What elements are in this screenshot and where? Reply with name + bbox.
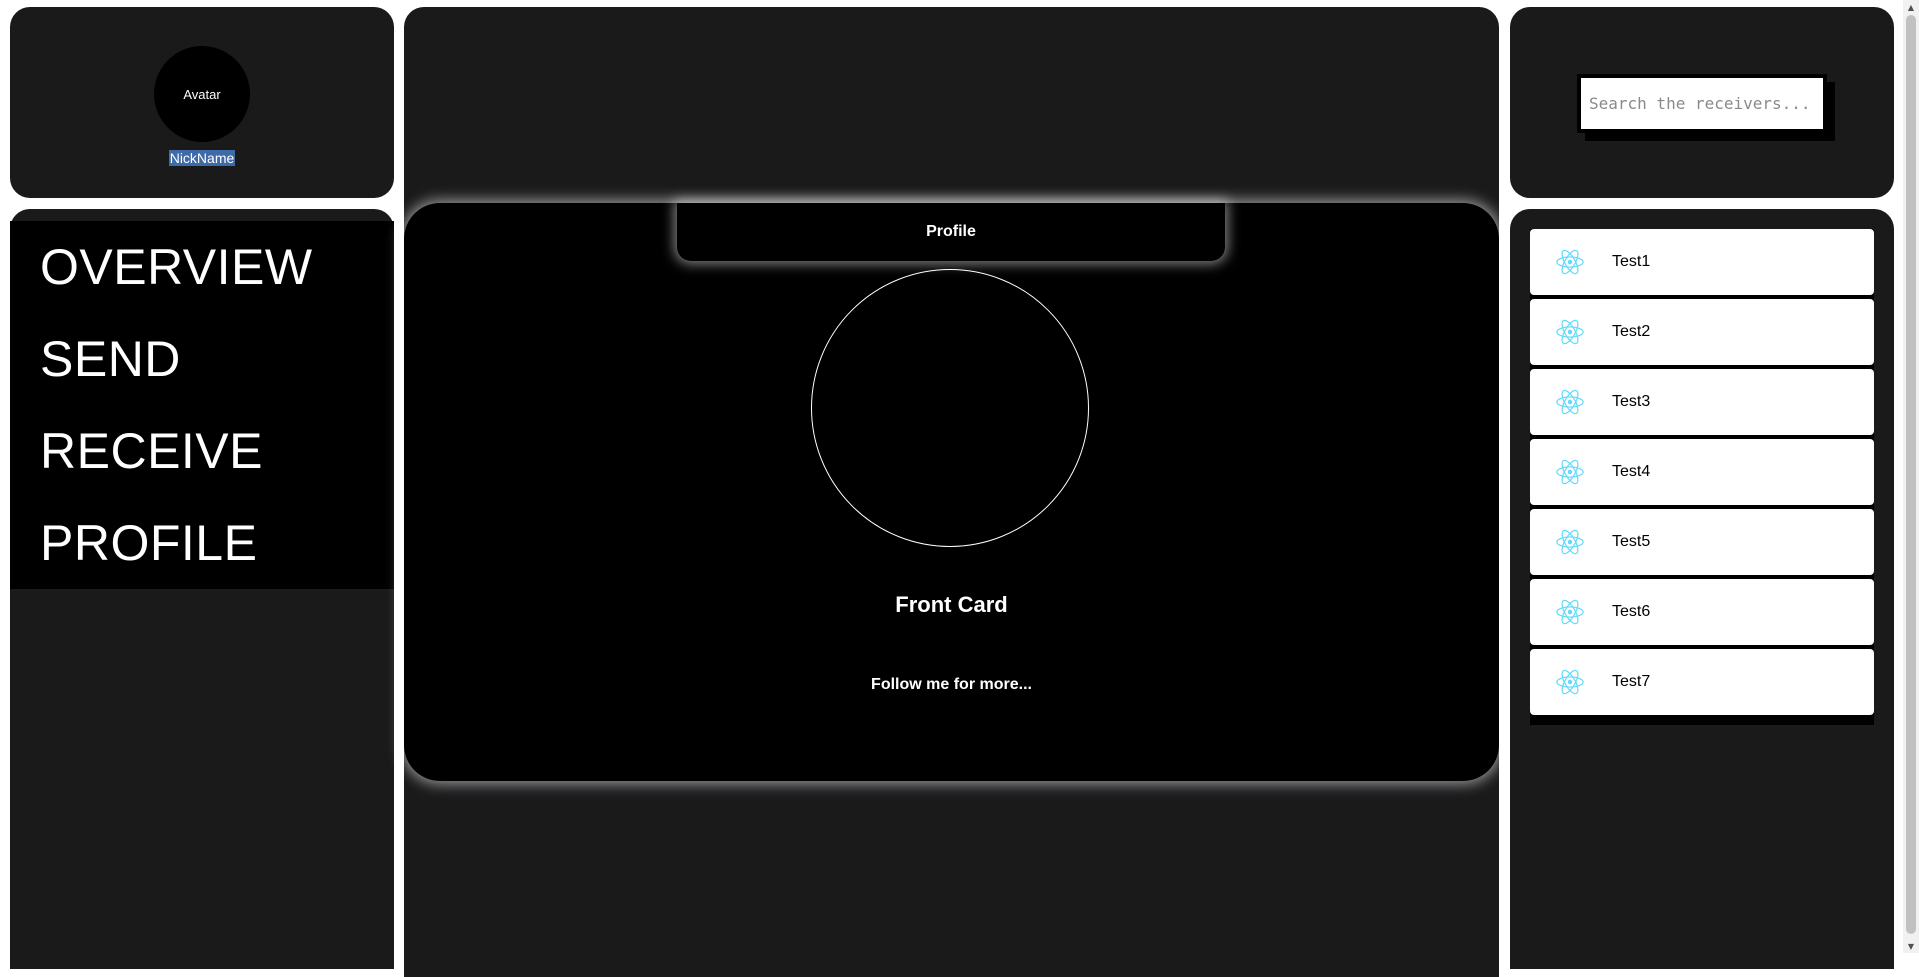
list-item[interactable]: Test2 <box>1530 299 1874 365</box>
react-atom-icon <box>1554 456 1586 488</box>
list-item[interactable]: Test6 <box>1530 579 1874 645</box>
list-item-label: Test6 <box>1612 603 1651 620</box>
sidebar-nav: OVERVIEW SEND RECEIVE PROFILE <box>10 209 394 969</box>
react-atom-icon <box>1554 666 1586 698</box>
list-item[interactable]: Test5 <box>1530 509 1874 575</box>
list-item-label: Test2 <box>1612 323 1651 340</box>
profile-card: Profile Front Card Follow me for more... <box>404 203 1499 781</box>
card-title: Front Card <box>895 592 1008 617</box>
nav-item-overview[interactable]: OVERVIEW <box>10 221 394 313</box>
receivers-panel: Test1 Test2 Test3 Test4 Test5 Test6 Test… <box>1510 209 1894 969</box>
search-input[interactable] <box>1577 74 1827 133</box>
react-atom-icon <box>1554 596 1586 628</box>
react-atom-icon <box>1554 526 1586 558</box>
search-panel <box>1510 7 1894 198</box>
list-item[interactable]: Test1 <box>1530 229 1874 295</box>
react-atom-icon <box>1554 316 1586 348</box>
nickname: NickName <box>10 150 394 166</box>
avatar[interactable]: Avatar <box>154 46 250 142</box>
list-item[interactable]: Test4 <box>1530 439 1874 505</box>
search-box <box>1577 74 1835 141</box>
nav-item-send[interactable]: SEND <box>10 313 394 405</box>
list-item-label: Test1 <box>1612 253 1651 270</box>
react-atom-icon <box>1554 246 1586 278</box>
receivers-list: Test1 Test2 Test3 Test4 Test5 Test6 Test… <box>1530 229 1874 725</box>
scroll-thumb[interactable] <box>1906 15 1916 934</box>
user-panel: Avatar NickName <box>10 7 394 198</box>
list-item[interactable]: Test7 <box>1530 649 1874 715</box>
avatar-label: Avatar <box>183 86 221 102</box>
list-item-label: Test7 <box>1612 673 1651 690</box>
nav-item-profile[interactable]: PROFILE <box>10 497 394 589</box>
scroll-down-icon[interactable]: ▼ <box>1903 939 1919 953</box>
nav-list: OVERVIEW SEND RECEIVE PROFILE <box>10 221 394 589</box>
list-item-label: Test3 <box>1612 393 1651 410</box>
page-scrollbar[interactable]: ▲ ▼ <box>1903 0 1919 953</box>
profile-tab[interactable]: Profile <box>677 203 1225 261</box>
profile-picture-circle <box>811 269 1089 547</box>
list-item-label: Test4 <box>1612 463 1651 480</box>
list-item-label: Test5 <box>1612 533 1651 550</box>
nav-item-receive[interactable]: RECEIVE <box>10 405 394 497</box>
nickname-text: NickName <box>168 150 236 166</box>
list-item[interactable]: Test3 <box>1530 369 1874 435</box>
react-atom-icon <box>1554 386 1586 418</box>
scroll-up-icon[interactable]: ▲ <box>1903 0 1919 14</box>
card-subtitle: Follow me for more... <box>871 676 1032 693</box>
